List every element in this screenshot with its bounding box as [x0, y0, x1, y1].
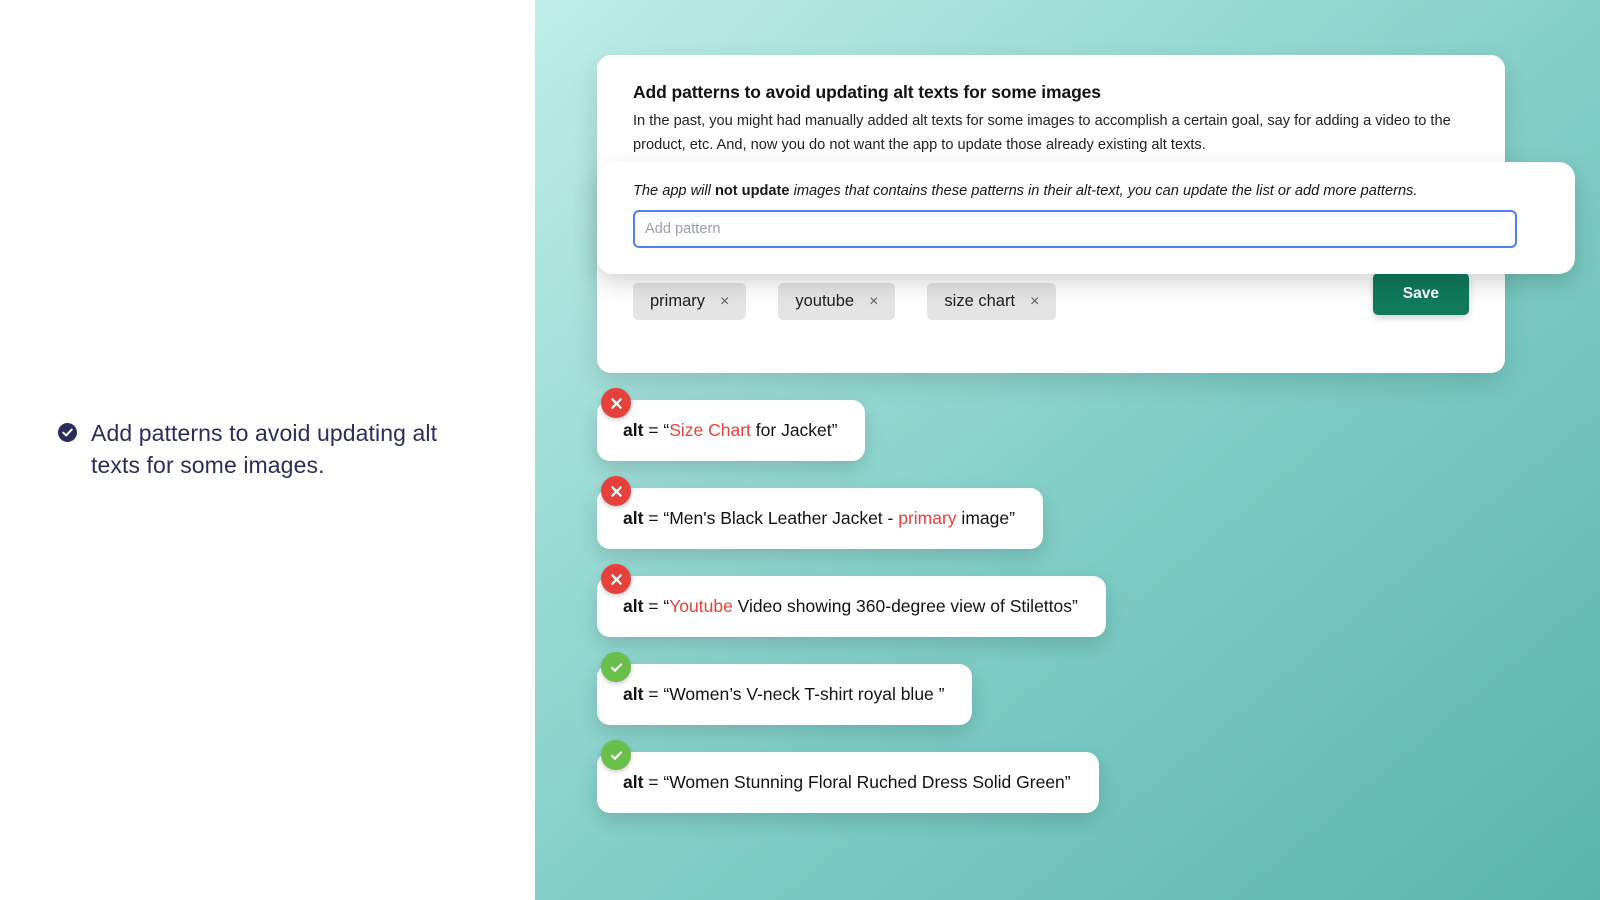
matched-pattern: Size Chart	[669, 420, 751, 440]
matched-pattern: primary	[898, 508, 957, 528]
matched-pattern: Youtube	[669, 596, 733, 616]
page-title: Add patterns to avoid updating alt texts…	[633, 82, 1101, 102]
alt-pre-text: Men's Black Leather Jacket -	[669, 508, 899, 528]
alt-text-results: alt = “Size Chart for Jacket” alt = “Men…	[597, 388, 1597, 840]
close-icon[interactable]: ×	[1030, 293, 1039, 310]
alt-rest: Video showing 360-degree view of Stilett…	[732, 596, 1078, 616]
alt-prefix: alt	[623, 596, 644, 616]
card-description: In the past, you might had manually adde…	[633, 113, 1451, 153]
check-circle-icon	[58, 423, 77, 447]
list-item: alt = “Women’s V-neck T-shirt royal blue…	[597, 652, 1597, 725]
preview-panel: Add patterns to avoid updating alt texts…	[535, 0, 1600, 900]
list-item: alt = “Women Stunning Floral Ruched Dres…	[597, 740, 1597, 813]
pattern-tag[interactable]: primary ×	[633, 283, 747, 320]
list-item: alt = “Youtube Video showing 360-degree …	[597, 564, 1597, 637]
pattern-tag-label: size chart	[944, 292, 1016, 310]
sidebar-item-label: Add patterns to avoid updating alt texts…	[91, 420, 438, 478]
alt-equals: = “	[643, 420, 670, 440]
alt-equals: = “	[643, 508, 670, 528]
pattern-tag[interactable]: youtube ×	[778, 283, 896, 320]
pattern-input-overlay: The app will not update images that cont…	[597, 162, 1575, 274]
pattern-tag-label: youtube	[795, 292, 855, 310]
note-after: images that contains these patterns in t…	[789, 183, 1418, 199]
error-icon	[601, 564, 631, 594]
pattern-tag[interactable]: size chart ×	[927, 283, 1057, 320]
pattern-tag-list: primary × youtube × size chart ×	[633, 283, 1057, 320]
alt-rest: image”	[956, 508, 1015, 528]
alt-text-card: alt = “Women’s V-neck T-shirt royal blue…	[597, 664, 973, 725]
alt-text-card: alt = “Size Chart for Jacket”	[597, 400, 866, 461]
note-emphasis: not update	[714, 183, 790, 199]
list-item: Add patterns to avoid updating alt texts…	[58, 418, 495, 481]
alt-rest: for Jacket”	[750, 420, 838, 440]
list-item: alt = “Size Chart for Jacket”	[597, 388, 1597, 461]
success-icon	[601, 740, 631, 770]
alt-text-card: alt = “Youtube Video showing 360-degree …	[597, 576, 1106, 637]
alt-text-card: alt = “Men's Black Leather Jacket - prim…	[597, 488, 1043, 549]
close-icon[interactable]: ×	[869, 293, 878, 310]
left-summary-panel: Add patterns to avoid updating alt texts…	[0, 0, 535, 900]
search-input[interactable]	[633, 210, 1517, 248]
alt-text-card: alt = “Women Stunning Floral Ruched Dres…	[597, 752, 1099, 813]
note-before: The app will	[633, 183, 715, 199]
alt-pre-text: Women’s V-neck T-shirt royal blue ”	[669, 684, 945, 704]
error-icon	[601, 388, 631, 418]
alt-pre-text: Women Stunning Floral Ruched Dress Solid…	[669, 772, 1071, 792]
summary-bullet-list: Add patterns to avoid updating alt texts…	[0, 418, 535, 481]
save-button[interactable]: Save	[1372, 273, 1469, 315]
alt-equals: = “	[643, 772, 670, 792]
alt-prefix: alt	[623, 508, 644, 528]
pattern-input-note: The app will not update images that cont…	[633, 183, 1417, 199]
alt-equals: = “	[643, 596, 670, 616]
list-item: alt = “Men's Black Leather Jacket - prim…	[597, 476, 1597, 549]
alt-prefix: alt	[623, 420, 644, 440]
alt-prefix: alt	[623, 684, 644, 704]
alt-prefix: alt	[623, 772, 644, 792]
alt-equals: = “	[643, 684, 670, 704]
pattern-tag-label: primary	[650, 292, 706, 310]
close-icon[interactable]: ×	[720, 293, 729, 310]
success-icon	[601, 652, 631, 682]
error-icon	[601, 476, 631, 506]
